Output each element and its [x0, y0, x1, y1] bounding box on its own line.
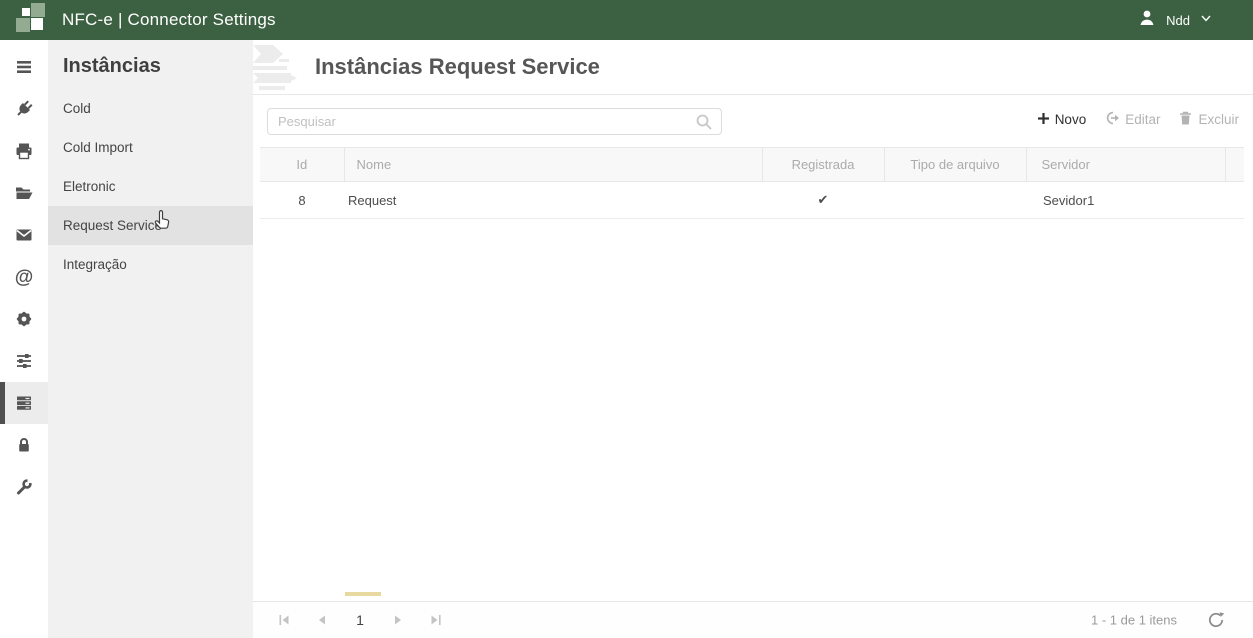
folder-open-icon[interactable] — [0, 172, 48, 214]
edit-exit-icon — [1104, 110, 1120, 129]
column-header-filler — [1225, 148, 1244, 182]
sidebar-title: Instâncias — [48, 40, 253, 89]
wrench-icon[interactable] — [0, 466, 48, 508]
table-row[interactable]: 8 Request ✔ Sevidor1 — [260, 182, 1244, 219]
search-icon[interactable] — [695, 113, 713, 131]
server-list-icon[interactable] — [0, 382, 48, 424]
grid-header-row: Id Nome Registrada Tipo de arquivo Servi… — [260, 148, 1244, 182]
app-window: NFC-e | Connector Settings Ndd @ — [0, 0, 1253, 638]
column-header-tipo-de-arquivo[interactable]: Tipo de arquivo — [884, 148, 1026, 182]
next-page-button[interactable] — [383, 607, 413, 633]
top-bar: NFC-e | Connector Settings Ndd — [0, 0, 1253, 40]
page-1-button[interactable]: 1 — [345, 607, 375, 633]
sidebar-item-integracao[interactable]: Integração — [48, 245, 253, 284]
column-header-registrada[interactable]: Registrada — [762, 148, 884, 182]
app-logo — [8, 0, 52, 40]
printer-icon[interactable] — [0, 130, 48, 172]
user-menu[interactable]: Ndd — [1137, 8, 1213, 33]
excluir-button[interactable]: Excluir — [1178, 110, 1239, 129]
page-title: Instâncias Request Service — [315, 54, 600, 80]
icon-rail: @ — [0, 40, 48, 638]
gear-icon[interactable] — [0, 298, 48, 340]
sidebar-item-request-service[interactable]: Request Service — [48, 206, 253, 245]
sidebar-item-cold-import[interactable]: Cold Import — [48, 128, 253, 167]
logo-square — [22, 8, 30, 16]
column-header-nome[interactable]: Nome — [344, 148, 762, 182]
check-icon: ✔ — [818, 192, 829, 207]
previous-page-button[interactable] — [307, 607, 337, 633]
plug-icon[interactable] — [0, 88, 48, 130]
app-title: NFC-e | Connector Settings — [62, 10, 276, 30]
document-arrow-watermark-icon — [253, 45, 315, 98]
plus-icon — [1037, 112, 1050, 128]
user-name: Ndd — [1166, 13, 1190, 28]
chevron-down-icon — [1199, 11, 1213, 30]
cell-tipo-de-arquivo — [884, 182, 1026, 219]
instances-grid: Id Nome Registrada Tipo de arquivo Servi… — [260, 147, 1244, 219]
search-input[interactable] — [268, 114, 695, 129]
refresh-button[interactable] — [1207, 611, 1225, 629]
pager-info: 1 - 1 de 1 itens — [1091, 613, 1177, 628]
grid-pager: 1 1 - 1 de 1 itens — [253, 601, 1253, 638]
selected-page-indicator — [345, 592, 381, 596]
logo-square — [16, 18, 30, 32]
sidebar-item-eletronic[interactable]: Eletronic — [48, 167, 253, 206]
last-page-button[interactable] — [421, 607, 451, 633]
user-icon — [1137, 8, 1157, 33]
sidebar-instancias: Instâncias Cold Cold Import Eletronic Re… — [48, 40, 253, 638]
editar-button[interactable]: Editar — [1104, 110, 1160, 129]
first-page-button[interactable] — [269, 607, 299, 633]
cell-filler — [1225, 182, 1244, 219]
envelope-icon[interactable] — [0, 214, 48, 256]
page-header: Instâncias Request Service — [253, 40, 1253, 95]
cell-registrada: ✔ — [762, 182, 884, 219]
sliders-icon[interactable] — [0, 340, 48, 382]
column-header-id[interactable]: Id — [260, 148, 344, 182]
cell-id: 8 — [260, 182, 344, 219]
logo-square — [31, 3, 45, 17]
novo-button[interactable]: Novo — [1037, 112, 1087, 128]
column-header-servidor[interactable]: Servidor — [1026, 148, 1225, 182]
at-icon[interactable]: @ — [0, 256, 48, 298]
main-content: Instâncias Request Service Novo Editar — [253, 40, 1253, 638]
search-box — [267, 108, 722, 135]
grid-actions: Novo Editar Excluir — [1037, 110, 1239, 129]
cell-nome: Request — [344, 182, 762, 219]
logo-square — [31, 18, 43, 30]
trash-icon — [1178, 110, 1193, 129]
lock-icon[interactable] — [0, 424, 48, 466]
sidebar-item-cold[interactable]: Cold — [48, 89, 253, 128]
cell-servidor: Sevidor1 — [1026, 182, 1225, 219]
menu-icon[interactable] — [0, 46, 48, 88]
